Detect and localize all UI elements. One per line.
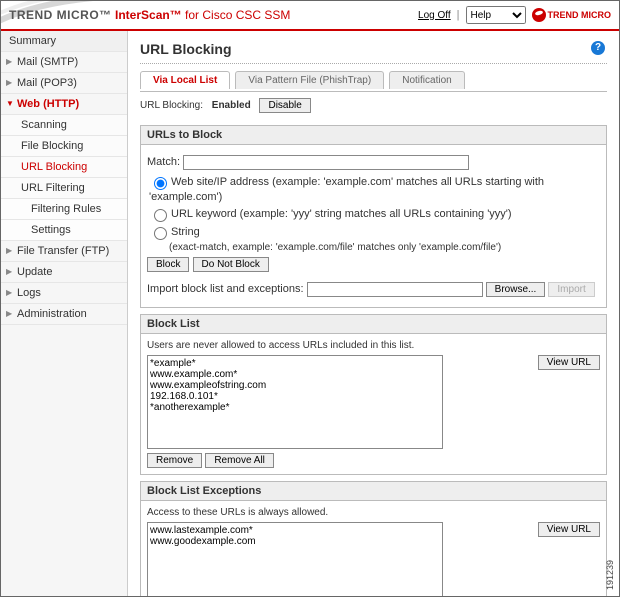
block-list-header: Block List: [140, 314, 607, 334]
image-id-label: 191239: [605, 560, 615, 590]
trend-logo-icon: [532, 8, 546, 22]
sidebar-item-logs[interactable]: Logs: [1, 283, 127, 304]
sidebar-item-file-blocking[interactable]: File Blocking: [1, 136, 127, 157]
match-label: Match:: [147, 156, 180, 168]
tab-notification[interactable]: Notification: [389, 71, 464, 89]
tab-via-pattern-file[interactable]: Via Pattern File (PhishTrap): [235, 71, 384, 89]
exceptions-note: Access to these URLs is always allowed.: [147, 507, 600, 518]
separator: |: [457, 9, 460, 21]
urls-to-block-header: URLs to Block: [140, 125, 607, 145]
sidebar-item-mail-smtp[interactable]: Mail (SMTP): [1, 52, 127, 73]
sidebar: Summary Mail (SMTP) Mail (POP3) Web (HTT…: [1, 31, 128, 597]
disable-button[interactable]: Disable: [259, 98, 310, 113]
import-label: Import block list and exceptions:: [147, 283, 304, 295]
radio-website[interactable]: Web site/IP address (example: 'example.c…: [149, 174, 600, 204]
radio-string[interactable]: String: [149, 224, 600, 240]
sidebar-item-scanning[interactable]: Scanning: [1, 115, 127, 136]
logoff-link[interactable]: Log Off: [418, 10, 451, 21]
do-not-block-button[interactable]: Do Not Block: [193, 257, 269, 272]
sidebar-item-summary[interactable]: Summary: [1, 31, 127, 52]
browse-button[interactable]: Browse...: [486, 282, 546, 297]
block-list-textarea[interactable]: [147, 355, 443, 449]
block-list-remove-button[interactable]: Remove: [147, 453, 202, 468]
block-button[interactable]: Block: [147, 257, 189, 272]
radio-url-keyword[interactable]: URL keyword (example: 'yyy' string match…: [149, 206, 600, 222]
sidebar-item-file-transfer[interactable]: File Transfer (FTP): [1, 241, 127, 262]
status-value: Enabled: [212, 100, 251, 111]
sidebar-item-url-filtering[interactable]: URL Filtering: [1, 178, 127, 199]
block-list-view-url-button[interactable]: View URL: [538, 355, 600, 370]
status-label: URL Blocking:: [140, 100, 203, 111]
trend-micro-logo: TREND MICRO: [532, 8, 612, 22]
tab-via-local-list[interactable]: Via Local List: [140, 71, 230, 89]
block-list-remove-all-button[interactable]: Remove All: [205, 453, 274, 468]
match-input[interactable]: [183, 155, 469, 170]
block-list-exceptions-header: Block List Exceptions: [140, 481, 607, 501]
page-title: URL Blocking ?: [140, 37, 607, 61]
help-dropdown[interactable]: Help: [466, 6, 526, 24]
exceptions-view-url-button[interactable]: View URL: [538, 522, 600, 537]
brand-text: TREND MICRO™ InterScan™ for Cisco CSC SS…: [9, 8, 290, 22]
sidebar-item-mail-pop3[interactable]: Mail (POP3): [1, 73, 127, 94]
sidebar-item-filtering-rules[interactable]: Filtering Rules: [1, 199, 127, 220]
sidebar-item-settings[interactable]: Settings: [1, 220, 127, 241]
sidebar-item-web-http[interactable]: Web (HTTP): [1, 94, 127, 115]
block-list-note: Users are never allowed to access URLs i…: [147, 340, 600, 351]
import-path-input[interactable]: [307, 282, 483, 297]
import-button[interactable]: Import: [548, 282, 594, 297]
radio-string-desc: (exact-match, example: 'example.com/file…: [169, 242, 600, 253]
help-icon[interactable]: ?: [591, 41, 605, 55]
sidebar-item-update[interactable]: Update: [1, 262, 127, 283]
exceptions-textarea[interactable]: [147, 522, 443, 597]
sidebar-item-administration[interactable]: Administration: [1, 304, 127, 325]
sidebar-item-url-blocking[interactable]: URL Blocking: [1, 157, 127, 178]
